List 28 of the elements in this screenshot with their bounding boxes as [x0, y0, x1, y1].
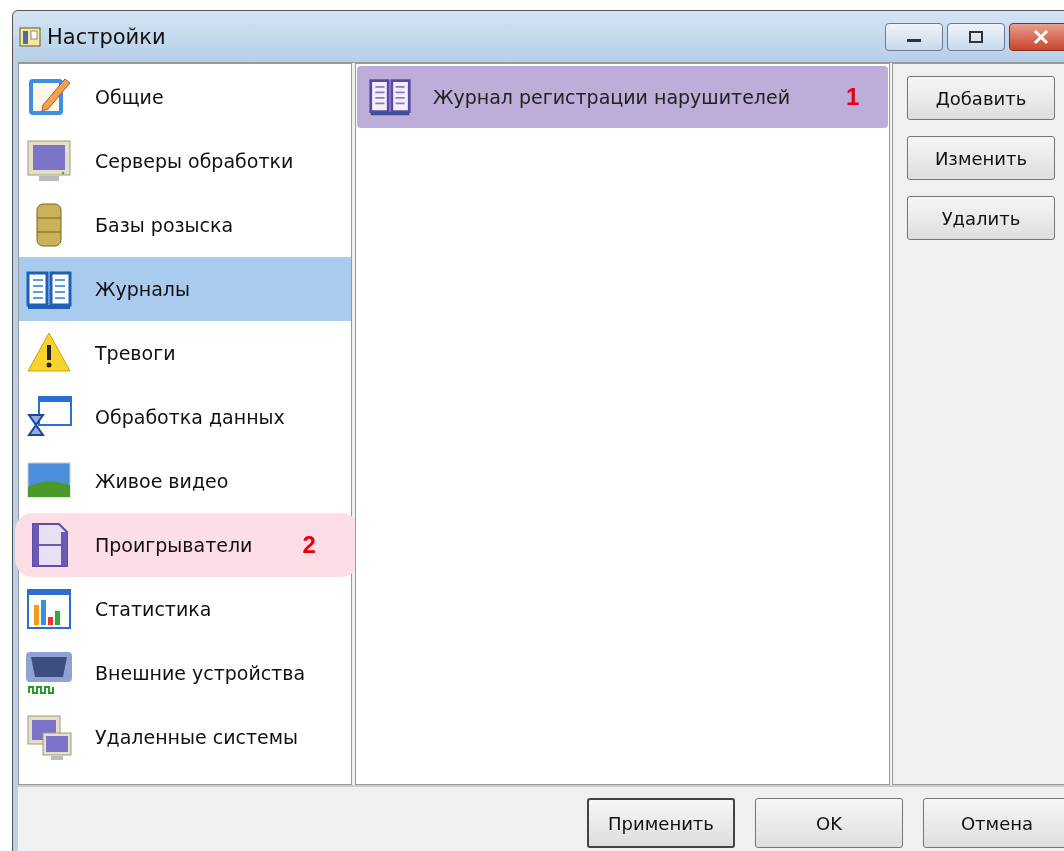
dialog-button[interactable]: OK: [755, 798, 903, 848]
action-button[interactable]: Добавить: [907, 76, 1055, 120]
window-app-icon: [19, 25, 41, 48]
category-item[interactable]: Статистика: [19, 577, 351, 641]
dialog-button[interactable]: Применить: [587, 798, 735, 848]
action-button[interactable]: Удалить: [907, 196, 1055, 240]
two-monitors-icon: [25, 713, 73, 761]
category-item[interactable]: Удаленные системы: [19, 705, 351, 769]
category-item[interactable]: Тревоги: [19, 321, 351, 385]
category-item[interactable]: Обработка данных: [19, 385, 351, 449]
minimize-button[interactable]: [885, 22, 943, 51]
annotation-number: 2: [302, 531, 316, 559]
window-title: Настройки: [47, 24, 166, 49]
category-item[interactable]: Базы розыска: [19, 193, 351, 257]
category-item[interactable]: Живое видео: [19, 449, 351, 513]
annotation-number: 1: [846, 83, 860, 111]
journal-item[interactable]: Журнал регистрации нарушителей 1: [357, 66, 888, 128]
action-button[interactable]: Изменить: [907, 136, 1055, 180]
category-item[interactable]: Серверы обработки: [19, 129, 351, 193]
dialog-button[interactable]: Отмена: [923, 798, 1064, 848]
category-item[interactable]: Внешние устройства: [19, 641, 351, 705]
close-button[interactable]: [1009, 22, 1064, 51]
minimize-icon: [907, 39, 921, 42]
category-item[interactable]: Общие: [19, 65, 351, 129]
maximize-button[interactable]: [947, 22, 1005, 51]
close-icon: [1031, 28, 1051, 45]
category-item[interactable]: Журналы: [19, 257, 351, 321]
maximize-icon: [966, 29, 986, 44]
